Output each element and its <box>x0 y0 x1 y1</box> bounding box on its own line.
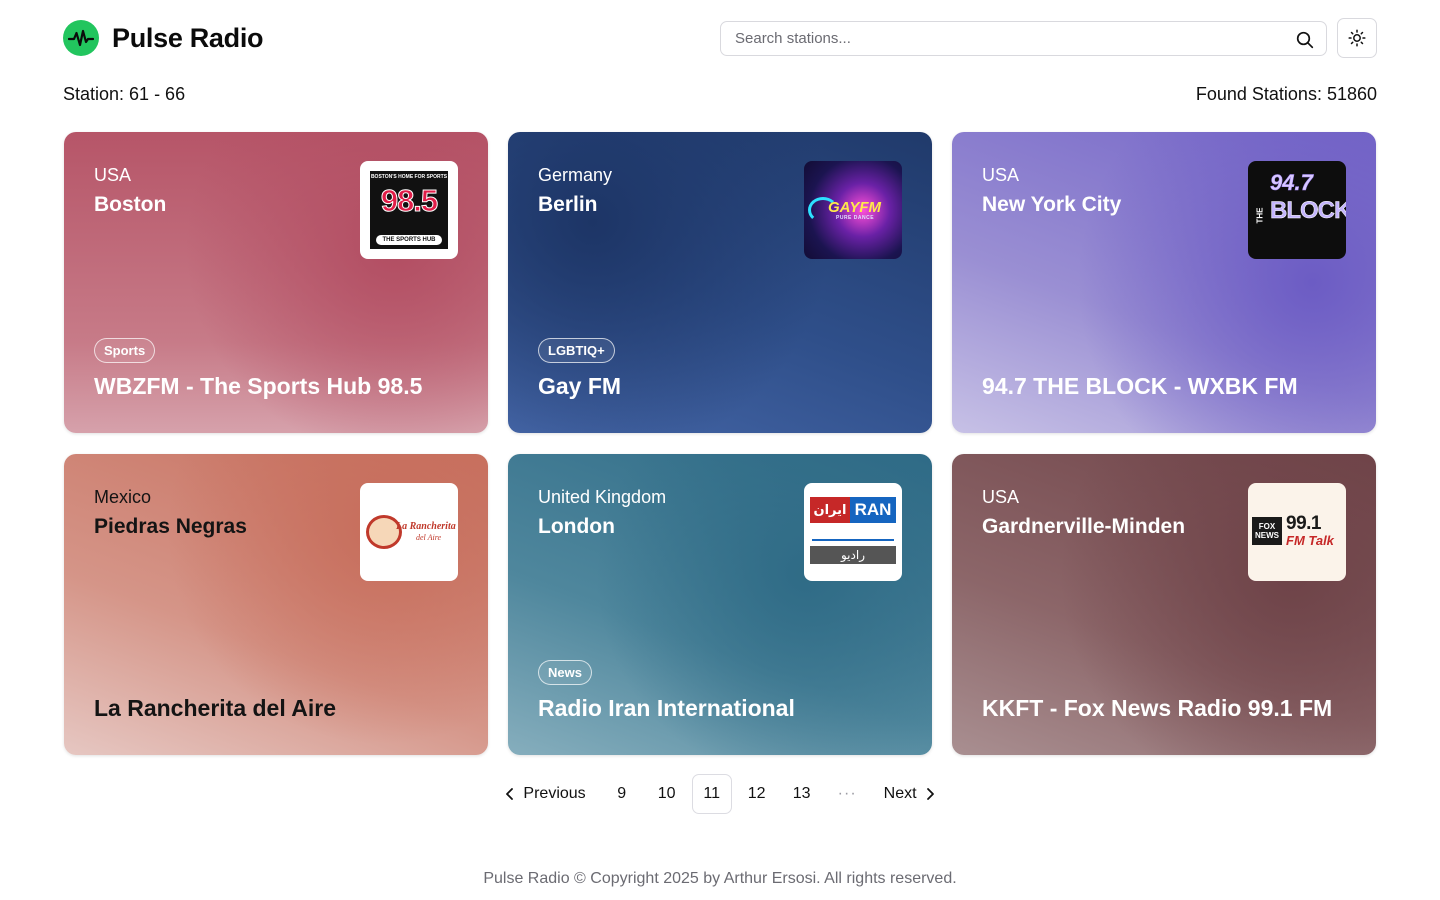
station-card[interactable]: USA Gardnerville-Minden FOX NEWS 99.1 FM… <box>952 454 1376 755</box>
station-logo-top: THE <box>1255 207 1265 224</box>
header: Pulse Radio <box>63 18 1377 60</box>
station-city: Piedras Negras <box>94 515 247 538</box>
station-logo-bottom: FM Talk <box>1286 533 1334 548</box>
station-card[interactable]: Germany Berlin GAYFM PURE DANCE LGBTIQ+ … <box>508 132 932 433</box>
station-logo-text: 98.5 <box>380 183 438 219</box>
station-name: KKFT - Fox News Radio 99.1 FM <box>982 695 1333 721</box>
station-logo-bottom: رادیو <box>810 546 896 564</box>
station-name: Radio Iran International <box>538 695 795 721</box>
station-tag: Sports <box>94 338 156 363</box>
page-10-button[interactable]: 10 <box>647 774 687 814</box>
search-box[interactable] <box>720 21 1327 56</box>
station-logo: GAYFM PURE DANCE <box>804 161 902 259</box>
next-label: Next <box>883 785 917 802</box>
chevron-left-icon <box>506 788 514 800</box>
station-tag: News <box>538 660 592 685</box>
station-name: Gay FM <box>538 373 622 399</box>
pagination-ellipsis: ··· <box>837 785 857 802</box>
search-input[interactable] <box>721 22 1326 55</box>
station-logo-text: 94.7 <box>1270 170 1313 196</box>
station-name: 94.7 THE BLOCK - WXBK FM <box>982 373 1298 399</box>
station-city: Berlin <box>538 193 598 216</box>
theme-toggle-button[interactable] <box>1337 18 1377 58</box>
station-country: Mexico <box>94 487 152 507</box>
station-logo-top: ایران <box>810 497 850 523</box>
chevron-right-icon <box>926 788 934 800</box>
station-country: Germany <box>538 165 613 185</box>
station-logo: 94.7 THE BLOCK <box>1248 161 1346 259</box>
page-9-button[interactable]: 9 <box>602 774 642 814</box>
page-13-button[interactable]: 13 <box>782 774 822 814</box>
pulse-waveform-icon <box>63 20 99 56</box>
found-stations-label: Found Stations: 51860 <box>1195 84 1377 104</box>
station-card[interactable]: USA Boston BOSTON'S HOME FOR SPORTS 98.5… <box>64 132 488 433</box>
station-card[interactable]: Mexico Piedras Negras La Rancherita del … <box>64 454 488 755</box>
station-country: USA <box>94 165 132 185</box>
station-logo-bottom: PURE DANCE <box>836 215 875 221</box>
station-country: United Kingdom <box>538 487 667 507</box>
pagination: Previous 9 10 11 12 13 ··· Next <box>0 774 1440 814</box>
station-card[interactable]: USA New York City 94.7 THE BLOCK 94.7 TH… <box>952 132 1376 433</box>
logo-divider <box>812 533 894 541</box>
app-logo[interactable]: Pulse Radio <box>63 20 264 56</box>
station-country: USA <box>982 165 1020 185</box>
station-logo-bottom: BLOCK <box>1270 197 1346 225</box>
app-title: Pulse Radio <box>112 22 264 53</box>
station-logo: FOX NEWS 99.1 FM Talk <box>1248 483 1346 581</box>
next-page-button[interactable]: Next <box>873 774 946 814</box>
station-logo-text: 99.1 <box>1286 513 1321 534</box>
station-grid: USA Boston BOSTON'S HOME FOR SPORTS 98.5… <box>64 132 1376 755</box>
station-city: London <box>538 515 615 538</box>
station-logo-bottom: THE SPORTS HUB <box>376 235 442 245</box>
station-city: Gardnerville-Minden <box>982 515 1186 538</box>
station-logo-text: RAN <box>850 497 896 523</box>
page-12-button[interactable]: 12 <box>737 774 777 814</box>
station-range-label: Station: 61 - 66 <box>63 84 186 104</box>
previous-label: Previous <box>523 785 586 802</box>
station-logo-text: La Rancherita <box>396 521 456 532</box>
station-card[interactable]: United Kingdom London ایران RAN رادیو Ne… <box>508 454 932 755</box>
station-logo-top: BOSTON'S HOME FOR SPORTS <box>370 174 448 180</box>
station-logo-bottom: del Aire <box>416 533 442 542</box>
station-logo-text: GAYFM <box>828 199 882 216</box>
search-icon[interactable] <box>1296 31 1314 49</box>
station-country: USA <box>982 487 1020 507</box>
station-name: WBZFM - The Sports Hub 98.5 <box>94 373 423 399</box>
previous-page-button[interactable]: Previous <box>494 774 596 814</box>
station-name: La Rancherita del Aire <box>94 695 337 721</box>
footer-copyright: Pulse Radio © Copyright 2025 by Arthur E… <box>483 870 957 887</box>
station-logo: ایران RAN رادیو <box>804 483 902 581</box>
station-logo-top: FOX NEWS <box>1252 517 1282 545</box>
station-city: Boston <box>94 193 167 216</box>
station-city: New York City <box>982 193 1122 216</box>
station-logo: La Rancherita del Aire <box>360 483 458 581</box>
page-11-button[interactable]: 11 <box>691 774 732 814</box>
station-tag: LGBTIQ+ <box>538 338 615 363</box>
sun-icon <box>1348 29 1366 47</box>
station-logo: BOSTON'S HOME FOR SPORTS 98.5 THE SPORTS… <box>360 161 458 259</box>
